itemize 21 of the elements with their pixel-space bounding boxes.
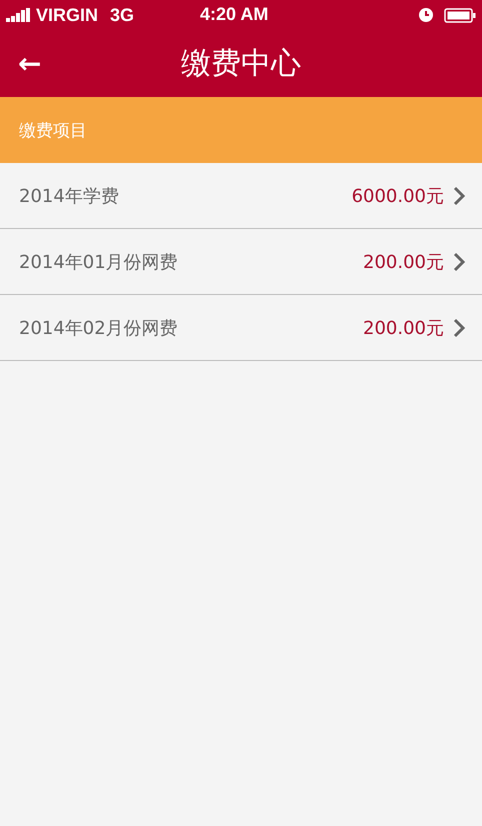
chevron-icon [452,184,466,206]
item-amount: 200.00元 [363,250,444,274]
item-amount: 200.00元 [363,316,444,340]
chevron-icon [452,316,466,338]
item-name: 2014年01月份网费 [19,250,179,274]
signal-icon [6,8,32,22]
payment-item[interactable]: 2014年学费 6000.00元 [0,163,482,229]
item-name: 2014年02月份网费 [19,316,179,340]
clock-icon [418,7,434,23]
chevron-icon [452,250,466,272]
section-title: 缴费项目 [19,120,87,142]
battery-icon [444,8,476,22]
carrier-name: VIRGIN [36,4,98,26]
payment-item[interactable]: 2014年01月份网费 200.00元 [0,229,482,295]
page-title: 缴费中心 [181,45,301,83]
back-button[interactable]: ← [12,47,48,80]
item-amount: 6000.00元 [352,184,444,208]
status-time: 4:20 AM [200,4,268,25]
network-type: 3G [110,4,134,26]
payment-item[interactable]: 2014年02月份网费 200.00元 [0,295,482,361]
item-name: 2014年学费 [19,184,120,208]
